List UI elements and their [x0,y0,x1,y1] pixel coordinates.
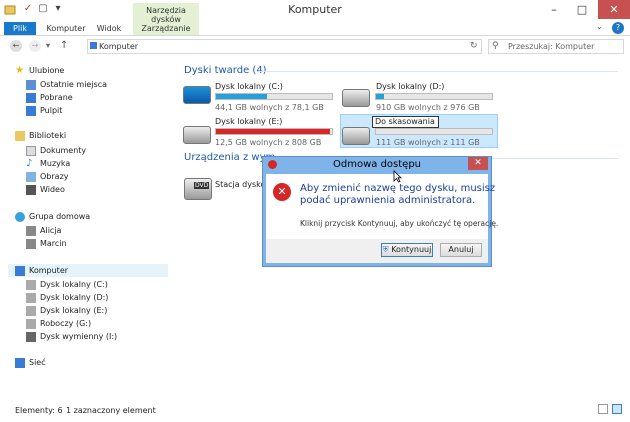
computer-icon [15,265,25,276]
drive-c-free: 44,1 GB wolnych z 78,1 GB [215,103,324,112]
drive-icon [26,279,36,290]
sidebar-item-favorites[interactable]: ★ Ulubione [15,65,64,77]
sidebar-item-network[interactable]: Sieć [15,357,46,369]
status-selection: 1 zaznaczony element [66,406,156,415]
drive-e-name[interactable]: Dysk lokalny (E:) [215,117,282,126]
drive-d-usage-bar [375,93,493,100]
sidebar-item-libraries[interactable]: Biblioteki [15,130,66,142]
status-item-count: Elementy: 6 [15,406,63,415]
refresh-icon[interactable]: ↻ [470,41,478,51]
drive-g-usage-bar [375,128,493,135]
sidebar-item-recent[interactable]: Ostatnie miejsca [26,79,107,91]
drive-d-free: 910 GB wolnych z 976 GB [376,103,480,112]
dvd-badge: DVD [194,182,210,189]
group-divider [470,158,618,159]
window-title: Komputer [288,3,342,16]
address-bar[interactable] [87,39,482,54]
recent-places-icon [26,79,36,90]
close-button[interactable]: ✕ [598,0,630,19]
dialog-hint: Kliknij przycisk Kontynuuj, aby ukończyć… [300,219,499,228]
music-icon: ♪ [26,157,33,169]
sidebar-item-desktop[interactable]: Pulpit [26,105,62,117]
up-button[interactable]: ↑ [60,40,68,51]
minimize-button[interactable]: – [540,0,568,19]
continue-button-label: Kontynuuj [391,245,432,254]
user-icon [26,225,36,236]
search-icon: ⚲ [492,41,499,51]
dialog-title: Odmowa dostępu [333,159,421,170]
network-icon [15,357,25,368]
drive-g-free: 111 GB wolnych z 111 GB [376,138,480,147]
sidebar-item-drive-g[interactable]: Roboczy (G:) [26,318,91,330]
star-icon: ★ [15,64,24,76]
downloads-icon [26,92,36,103]
sidebar-item-computer[interactable]: Komputer [15,265,68,277]
sidebar-item-drive-e[interactable]: Dysk lokalny (E:) [26,305,107,317]
tab-file[interactable]: Plik [4,22,36,35]
libraries-icon [15,130,25,141]
drive-c-usage-bar [215,93,333,100]
back-button[interactable]: ← [10,40,22,52]
sidebar-item-drive-i[interactable]: Dysk wymienny (I:) [26,331,117,343]
drive-e-free: 12,5 GB wolnych z 808 GB [215,138,322,147]
user-icon [26,238,36,249]
pictures-icon [26,171,36,182]
computer-icon [90,42,97,49]
documents-icon [26,145,36,156]
tiles-view-icon[interactable] [612,404,622,414]
desktop-icon [26,105,36,116]
drive-icon [26,305,36,316]
forward-button[interactable]: → [29,40,41,52]
drive-g-icon [342,127,370,145]
sidebar-item-homegroup[interactable]: Grupa domowa [15,211,90,223]
sidebar-item-videos[interactable]: Wideo [26,184,65,196]
dialog-message-line-1: Aby zmienić nazwę tego dysku, musisz [300,183,496,194]
videos-icon [26,184,36,195]
search-placeholder: Przeszukaj: Komputer [508,42,595,51]
drive-d-name[interactable]: Dysk lokalny (D:) [376,82,444,91]
mouse-cursor-icon [393,170,402,183]
group-divider [258,71,618,72]
error-icon: ✕ [273,183,291,201]
homegroup-icon [15,211,25,222]
sidebar-item-user-marcin[interactable]: Marcin [26,238,67,250]
uac-shield-icon: ⛨ [382,245,389,254]
continue-button[interactable]: ⛨ Kontynuuj [381,243,433,257]
drive-c-name[interactable]: Dysk lokalny (C:) [215,82,283,91]
drive-e-icon [183,126,211,144]
tab-computer[interactable]: Komputer [44,22,88,35]
ribbon-expand-icon[interactable]: ⌄ [596,22,603,31]
drive-e-usage-fill [216,129,330,134]
drive-d-icon [342,89,370,107]
address-path: Komputer [99,42,139,51]
details-view-icon[interactable] [598,404,608,414]
maximize-button[interactable]: □ [568,0,596,19]
dialog-message-line-2: podać uprawnienia administratora. [300,195,476,206]
dialog-message: Aby zmienić nazwę tego dysku, musisz pod… [300,183,495,207]
sidebar-item-user-alicja[interactable]: Alicja [26,225,61,237]
drive-e-usage-bar [215,128,333,135]
drive-icon [26,318,36,329]
drive-c-usage-fill [216,94,268,99]
recent-locations-icon[interactable]: ▾ [46,41,50,50]
drive-d-usage-fill [376,94,385,99]
drive-icon [26,292,36,303]
sidebar-item-drive-c[interactable]: Dysk lokalny (C:) [26,279,108,291]
sidebar-item-downloads[interactable]: Pobrane [26,92,73,104]
help-icon[interactable]: ? [612,22,624,34]
dialog-close-button[interactable]: ✕ [468,157,488,170]
tab-view[interactable]: Widok [92,22,126,35]
tab-manage[interactable]: Zarządzanie [137,22,195,35]
group-header-hard-drives[interactable]: Dyski twarde (4) [184,65,267,76]
cancel-button[interactable]: Anuluj [440,243,482,257]
sidebar-item-drive-d[interactable]: Dysk lokalny (D:) [26,292,108,304]
rename-input[interactable]: Do skasowania [372,116,439,128]
windows-drive-icon [183,86,211,104]
removable-drive-icon [26,331,36,342]
sidebar-item-documents[interactable]: Dokumenty [26,145,86,157]
sidebar-item-music[interactable]: ♪ Muzyka [26,158,70,170]
sidebar-item-pictures[interactable]: Obrazy [26,171,69,183]
